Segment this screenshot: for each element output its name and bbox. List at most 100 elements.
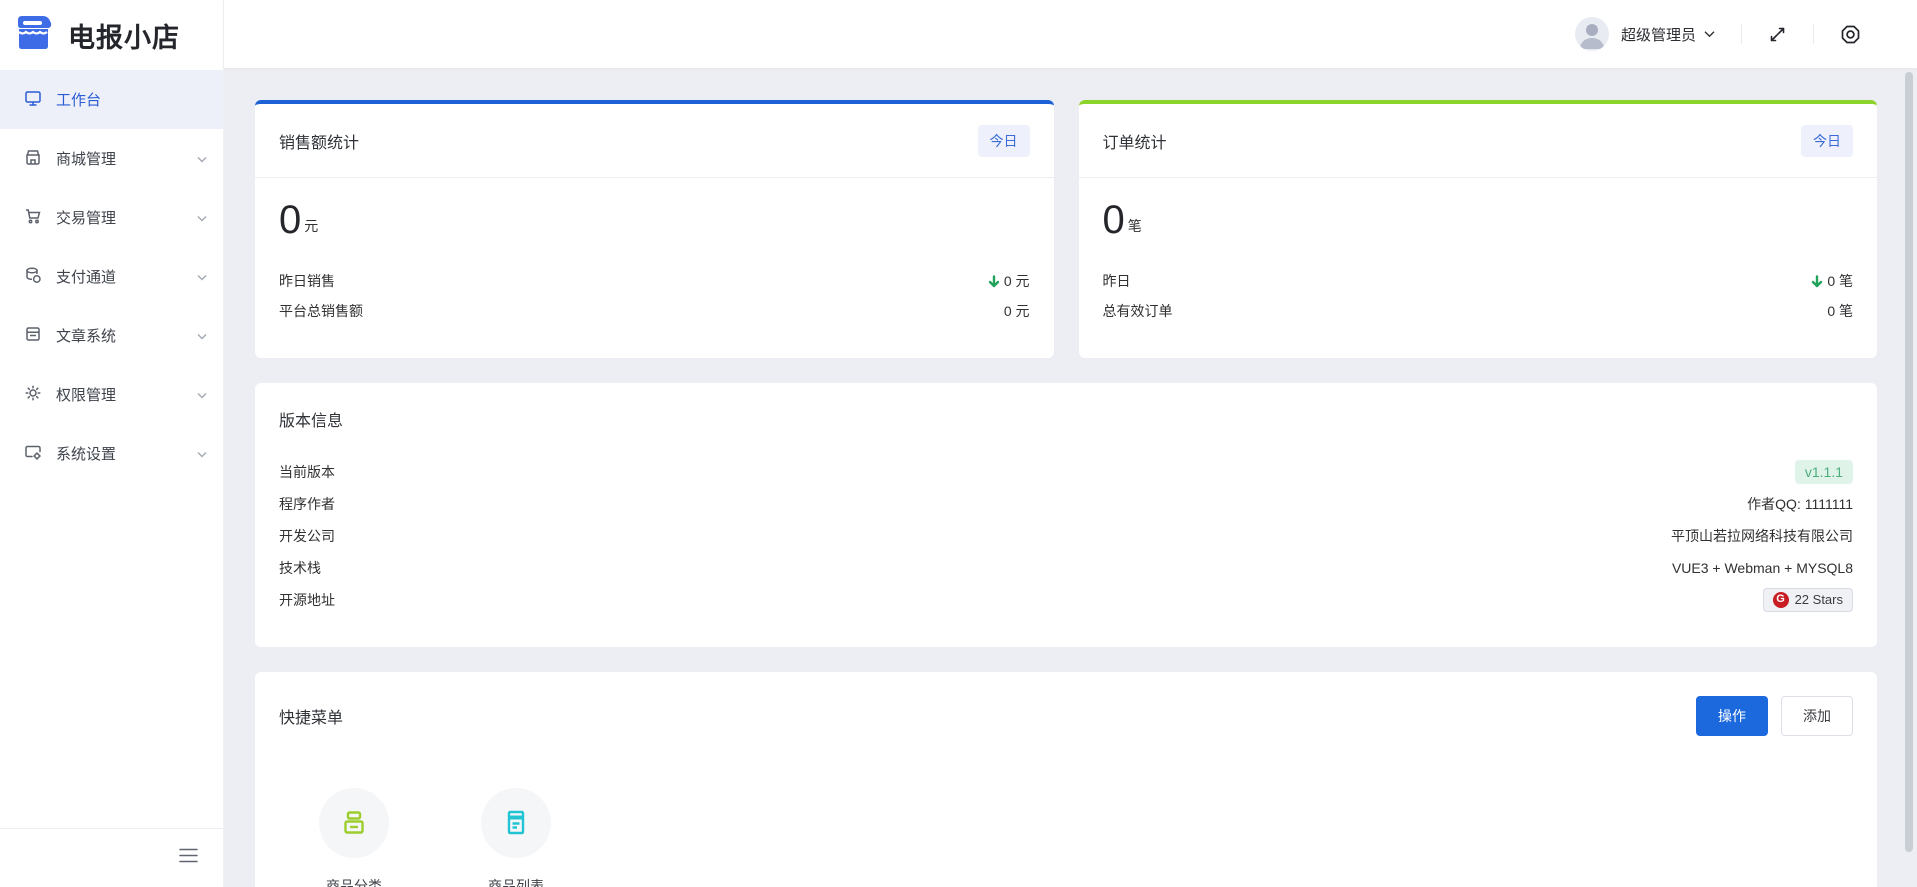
quick-menu-buttons: 操作 添加 [1696, 696, 1853, 736]
version-row-label: 技术栈 [279, 558, 321, 578]
sidebar-footer [0, 828, 223, 887]
sales-card-body: 0 元 昨日销售 0 元 平台总销售额 [255, 178, 1054, 326]
app-title: 电报小店 [68, 16, 180, 55]
sidebar: 电报小店 工作台 商城管理 [0, 0, 224, 887]
version-row-value: 平顶山若拉网络科技有限公司 [1671, 526, 1853, 546]
stat-cards-row: 销售额统计 今日 0 元 昨日销售 0 元 [255, 100, 1877, 358]
storefront-logo-icon [13, 12, 55, 59]
user-name[interactable]: 超级管理员 [1621, 24, 1696, 45]
today-badge: 今日 [1801, 125, 1853, 157]
sidebar-item-label: 系统设置 [56, 443, 197, 464]
vertical-scrollbar[interactable] [1905, 72, 1913, 852]
stat-unit: 笔 [1128, 216, 1142, 240]
top-header: 超级管理员 [224, 0, 1917, 68]
today-badge: 今日 [978, 125, 1030, 157]
chevron-down-icon [197, 445, 207, 462]
version-row-label: 当前版本 [279, 462, 335, 482]
version-info-card: 版本信息 当前版本 v1.1.1 程序作者 作者QQ: 1111111 开发公司… [255, 383, 1877, 647]
system-settings-icon [24, 443, 42, 465]
gear-icon [24, 384, 42, 406]
chevron-down-icon [197, 268, 207, 285]
stat-row-value: 0 笔 [1827, 301, 1853, 321]
quick-item-label: 商品分类 [326, 876, 382, 887]
dashboard-content: 销售额统计 今日 0 元 昨日销售 0 元 [224, 68, 1917, 887]
version-row-value: 作者QQ: 1111111 [1747, 494, 1853, 514]
payment-icon [24, 266, 42, 288]
sidebar-item-permissions[interactable]: 权限管理 [0, 365, 223, 424]
version-badge: v1.1.1 [1795, 460, 1853, 484]
version-row-company: 开发公司 平顶山若拉网络科技有限公司 [279, 523, 1853, 548]
header-divider [1741, 24, 1742, 44]
card-title: 销售额统计 [279, 129, 359, 153]
sidebar-item-label: 交易管理 [56, 207, 197, 228]
stars-badge[interactable]: G 22 Stars [1763, 588, 1853, 612]
chevron-down-icon [197, 209, 207, 226]
sidebar-item-label: 文章系统 [56, 325, 197, 346]
version-row-label: 程序作者 [279, 494, 335, 514]
version-row-label: 开源地址 [279, 590, 335, 610]
stat-row-value: 0 元 [1004, 301, 1030, 321]
stat-row: 平台总销售额 0 元 [279, 296, 1030, 326]
sales-total-value: 0 元 [279, 200, 1030, 240]
stat-row-value: 0 元 [988, 271, 1030, 291]
settings-gear-icon[interactable] [1840, 24, 1861, 45]
collapse-menu-icon[interactable] [179, 848, 198, 868]
stat-number: 0 [279, 200, 301, 240]
orders-card-body: 0 笔 昨日 0 笔 总有效订单 [1079, 178, 1878, 326]
stat-row-label: 昨日销售 [279, 271, 335, 291]
trend-down-icon [988, 275, 1000, 288]
stat-row: 总有效订单 0 笔 [1103, 296, 1854, 326]
version-row-repo: 开源地址 G 22 Stars [279, 587, 1853, 612]
fullscreen-icon[interactable] [1768, 25, 1787, 44]
stat-number: 0 [1103, 200, 1125, 240]
stat-row: 昨日 0 笔 [1103, 266, 1854, 296]
sales-stats-card: 销售额统计 今日 0 元 昨日销售 0 元 [255, 100, 1054, 358]
chevron-down-icon[interactable] [1704, 25, 1715, 43]
orders-stats-card: 订单统计 今日 0 笔 昨日 0 笔 [1079, 100, 1878, 358]
store-icon [24, 148, 42, 170]
cart-icon [24, 207, 42, 229]
card-title: 版本信息 [279, 407, 1853, 431]
sidebar-item-articles[interactable]: 文章系统 [0, 306, 223, 365]
main-area: 超级管理员 销售额统计 今日 [224, 0, 1917, 887]
version-row-current: 当前版本 v1.1.1 [279, 459, 1853, 484]
stat-row-label: 昨日 [1103, 271, 1131, 291]
stat-unit: 元 [304, 216, 318, 240]
sidebar-item-trade[interactable]: 交易管理 [0, 188, 223, 247]
sidebar-item-workbench[interactable]: 工作台 [0, 70, 223, 129]
version-row-label: 开发公司 [279, 526, 335, 546]
product-list-icon [481, 788, 551, 858]
monitor-icon [24, 89, 42, 111]
quick-item-product-list[interactable]: 商品列表 [481, 788, 551, 887]
quick-menu-card: 快捷菜单 操作 添加 商品分类 [255, 672, 1877, 887]
card-title: 快捷菜单 [279, 704, 343, 728]
app-logo[interactable]: 电报小店 [0, 0, 223, 70]
action-button[interactable]: 操作 [1696, 696, 1768, 736]
version-row-author: 程序作者 作者QQ: 1111111 [279, 491, 1853, 516]
sidebar-item-payment[interactable]: 支付通道 [0, 247, 223, 306]
sidebar-item-system-settings[interactable]: 系统设置 [0, 424, 223, 483]
quick-item-label: 商品列表 [488, 876, 544, 887]
stat-row-label: 平台总销售额 [279, 301, 363, 321]
sidebar-item-label: 工作台 [56, 89, 207, 110]
article-icon [24, 325, 42, 347]
version-rows: 当前版本 v1.1.1 程序作者 作者QQ: 1111111 开发公司 平顶山若… [279, 459, 1853, 612]
chevron-down-icon [197, 386, 207, 403]
sidebar-item-mall[interactable]: 商城管理 [0, 129, 223, 188]
chevron-down-icon [197, 327, 207, 344]
orders-total-value: 0 笔 [1103, 200, 1854, 240]
add-button[interactable]: 添加 [1781, 696, 1853, 736]
sales-card-header: 销售额统计 今日 [255, 104, 1054, 178]
avatar[interactable] [1575, 17, 1609, 51]
card-title: 订单统计 [1103, 129, 1167, 153]
version-row-value: VUE3 + Webman + MYSQL8 [1672, 560, 1853, 576]
orders-card-header: 订单统计 今日 [1079, 104, 1878, 178]
quick-menu-header: 快捷菜单 操作 添加 [279, 696, 1853, 736]
sidebar-item-label: 支付通道 [56, 266, 197, 287]
chevron-down-icon [197, 150, 207, 167]
header-divider [1813, 24, 1814, 44]
category-icon [319, 788, 389, 858]
quick-item-product-category[interactable]: 商品分类 [319, 788, 389, 887]
sidebar-item-label: 商城管理 [56, 148, 197, 169]
stat-row-label: 总有效订单 [1103, 301, 1173, 321]
